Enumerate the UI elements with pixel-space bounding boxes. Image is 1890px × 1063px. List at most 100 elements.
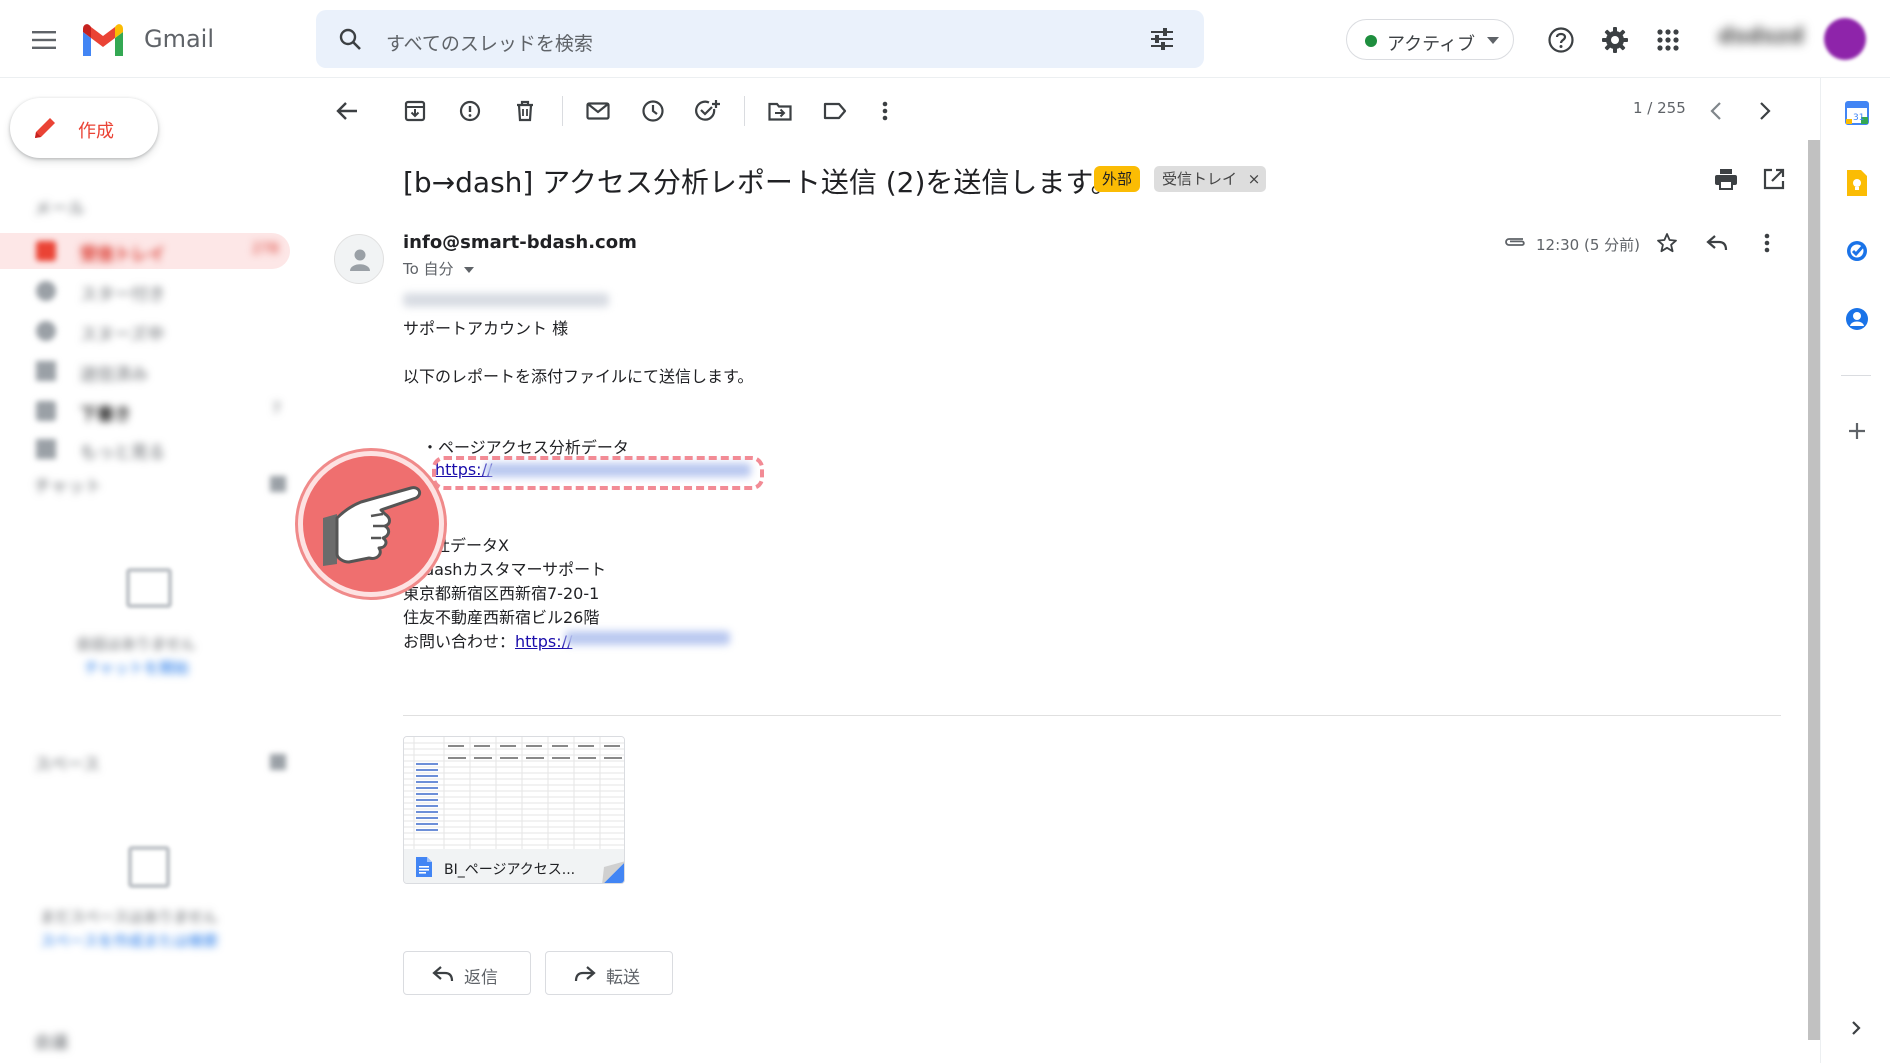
draft-count: 7 [272,401,281,417]
label-text: 受信トレイ [1162,170,1238,188]
older-button[interactable] [1750,96,1780,126]
search-input[interactable]: すべてのスレッドを検索 [386,29,593,56]
sidebar-item-sent[interactable]: 送信済み [0,353,290,389]
forward-button[interactable]: 転送 [545,951,673,995]
recipient-details[interactable]: To 自分 [403,258,475,279]
keep-icon[interactable] [1847,170,1867,196]
sidebar-item-snoozed[interactable]: スヌーズ中 [0,313,290,349]
calendar-icon[interactable]: 31 [1845,101,1869,125]
sidebar-item-starred[interactable]: スター付き [0,273,290,309]
inbox-label-chip: 受信トレイ × [1154,166,1267,192]
sender-avatar[interactable] [334,234,384,284]
top-header: Gmail すべてのスレッドを検索 アクティブ dsdszd [0,0,1890,78]
sidebar-item-drafts[interactable]: 下書き 7 [0,393,290,429]
side-panel: 31 [1820,78,1890,1063]
meet-section-label[interactable]: 会議 [34,1028,68,1053]
add-task-button[interactable] [693,96,723,126]
settings-button[interactable] [1593,18,1637,62]
chevron-right-icon [1759,101,1771,121]
add-task-icon [695,99,721,123]
gear-icon [1601,26,1629,54]
mail-section-label[interactable]: メール [34,194,85,219]
sidebar-item-label: スター付き [80,285,165,305]
signature-team: dashカスタマーサポート [424,560,607,579]
contact-label: お問い合わせ： [403,632,516,651]
chat-section-label[interactable]: チャット [34,472,102,497]
signature-address-2: 住友不動産西新宿ビル26階 [403,608,600,627]
avatar[interactable] [1824,18,1866,60]
archive-button[interactable] [400,96,430,126]
labels-button[interactable] [820,96,850,126]
attachment-clip-icon [1503,235,1527,249]
chat-add-icon[interactable] [270,476,286,492]
spaces-section-label[interactable]: スペース [34,750,100,775]
sender-email[interactable]: info@smart-bdash.com [403,232,637,253]
body-intro: 以下のレポートを添付ファイルにて送信します。 [403,367,754,386]
sidebar-item-inbox[interactable]: 受信トレイ 278 [0,233,290,269]
back-button[interactable] [332,96,362,126]
scrollbar[interactable] [1808,140,1820,1040]
remove-label-icon[interactable]: × [1248,170,1261,188]
add-addon-icon[interactable] [1848,422,1866,440]
reply-icon-button[interactable] [1702,228,1732,258]
email-subject: [b→dash] アクセス分析レポート送信 (2)を送信します。 [403,166,1119,199]
snooze-button[interactable] [638,96,668,126]
search-icon[interactable] [338,27,362,51]
gmail-logo[interactable]: Gmail [80,20,260,60]
attachment-card[interactable]: BI_ページアクセス... [403,736,625,884]
sidebar-item-label: 送信済み [80,365,148,385]
tasks-icon[interactable] [1845,239,1869,263]
archive-icon [404,100,426,122]
email-timestamp: 12:30 (5 分前) [1536,236,1641,254]
pagination-text: 1 / 255 [1633,99,1686,117]
open-new-window-button[interactable] [1759,164,1789,194]
find-spaces-link[interactable]: スペースを作成または検索 [40,930,218,951]
compose-label: 作成 [78,121,114,142]
status-dropdown[interactable]: アクティブ [1346,19,1514,60]
hide-panel-chevron-icon[interactable] [1851,1020,1861,1036]
start-chat-link[interactable]: チャットを開始 [84,657,189,678]
help-button[interactable] [1539,18,1583,62]
star-button[interactable] [1652,228,1682,258]
contact-link[interactable]: https:// [515,632,572,651]
compose-button[interactable]: 作成 [10,98,158,158]
person-icon [349,247,371,271]
main-menu-button[interactable] [22,18,66,62]
search-options-icon[interactable] [1150,28,1174,50]
toolbar-divider [562,96,563,126]
gmail-m-icon [80,22,126,56]
search-bar[interactable]: すべてのスレッドを検索 [316,10,1204,68]
contacts-icon[interactable] [1845,307,1869,331]
apps-grid-icon [1657,29,1679,51]
pointing-hand-icon [319,478,429,570]
draft-icon [36,401,56,421]
send-icon [36,361,56,381]
newer-button[interactable] [1701,96,1731,126]
print-icon [1714,168,1738,190]
more-vert-icon [882,101,888,121]
more-actions-button[interactable] [870,96,900,126]
delete-button[interactable] [510,96,540,126]
clock-icon [36,321,56,341]
chevron-down-icon [36,439,56,459]
move-to-button[interactable] [765,96,795,126]
sidebar-item-label: もっと見る [80,443,165,463]
redacted-text [403,293,609,307]
mark-unread-button[interactable] [583,96,613,126]
spaces-add-icon[interactable] [270,754,286,770]
google-docs-icon [416,857,432,877]
label-icon [823,102,847,120]
spaces-empty-text: まだスペースはありません [40,908,218,926]
account-name[interactable]: dsdszd [1718,24,1804,49]
reply-icon [432,965,454,983]
forward-label: 転送 [606,968,640,988]
print-all-button[interactable] [1711,164,1741,194]
app-name: Gmail [144,25,215,53]
reply-button[interactable]: 返信 [403,951,531,995]
apps-button[interactable] [1646,18,1690,62]
external-badge: 外部 [1094,166,1141,192]
message-more-button[interactable] [1752,228,1782,258]
report-spam-button[interactable] [455,96,485,126]
sidebar-item-more[interactable]: もっと見る [0,431,290,467]
hamburger-icon [32,31,56,49]
